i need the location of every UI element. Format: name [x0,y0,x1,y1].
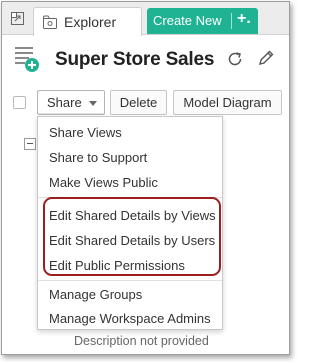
explorer-icon [43,15,57,29]
create-new-label: Create New [153,13,222,28]
collapse-icon[interactable] [11,12,24,25]
menu-item-share-views[interactable]: Share Views [49,125,122,140]
explorer-panel: Explorer Create New +. Super Store Sales [1,1,290,355]
title-row: Super Store Sales [2,36,289,84]
model-diagram-button[interactable]: Model Diagram [173,90,282,115]
create-new-button[interactable]: Create New +. [147,8,258,34]
edit-pencil-icon[interactable] [258,50,274,66]
menu-item-manage-workspace-admins[interactable]: Manage Workspace Admins [49,311,211,326]
share-label: Share [47,95,82,110]
chevron-down-icon [89,101,97,106]
tab-bar: Explorer Create New +. [2,2,289,36]
menu-separator [38,280,222,281]
toolbar: Share Delete Model Diagram [2,90,289,116]
workspace-icon [15,45,41,73]
menu-item-share-to-support[interactable]: Share to Support [49,150,147,165]
menu-item-manage-groups[interactable]: Manage Groups [49,287,142,302]
refresh-icon[interactable] [227,51,243,67]
page-title: Super Store Sales [55,49,215,70]
highlight-annotation [43,197,221,276]
menu-item-make-views-public[interactable]: Make Views Public [49,175,158,190]
tree-collapse-toggle[interactable] [24,138,36,150]
plus-icon[interactable]: +. [237,10,251,28]
tab-explorer-label: Explorer [64,14,117,30]
tab-explorer[interactable]: Explorer [33,7,142,36]
delete-button[interactable]: Delete [110,90,167,115]
select-all-checkbox[interactable] [13,96,26,109]
description-text: Description not provided [74,334,209,348]
divider [231,13,232,29]
share-button[interactable]: Share [37,90,105,115]
